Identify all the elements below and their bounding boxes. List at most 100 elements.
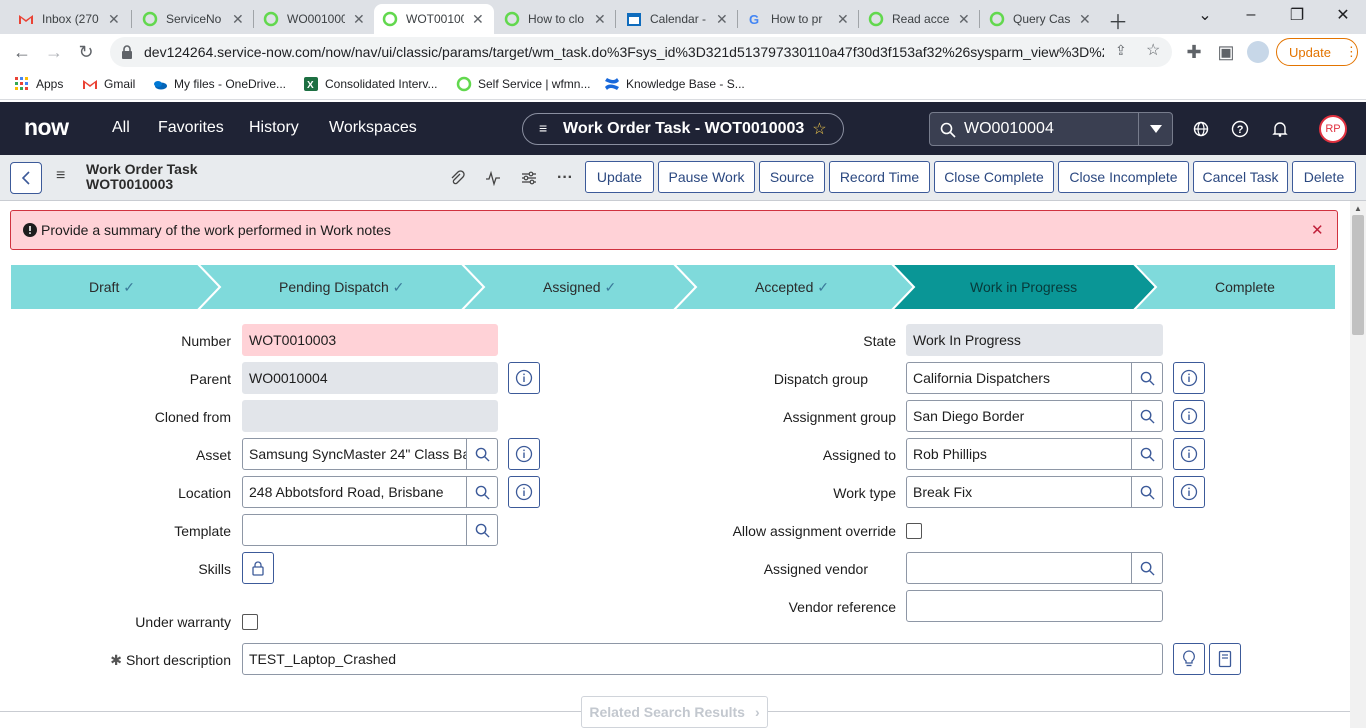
settings-sliders-icon[interactable] — [519, 168, 539, 188]
browser-tab[interactable]: Calendar - ✕ — [618, 4, 736, 34]
forward-arrow-icon[interactable]: → — [40, 38, 68, 66]
record-time-button[interactable]: Record Time — [829, 161, 930, 193]
under-warranty-checkbox[interactable] — [242, 614, 258, 630]
assigned-to-lookup-button[interactable] — [1131, 438, 1163, 470]
work-type-info-button[interactable] — [1173, 476, 1205, 508]
bookmark-excel[interactable]: X Consolidated Interv... — [303, 76, 438, 92]
global-search-input[interactable]: WO0010004 — [929, 112, 1173, 146]
profile-avatar[interactable] — [1247, 41, 1269, 63]
browser-tab[interactable]: ServiceNo ✕ — [134, 4, 252, 34]
menu-all[interactable]: All — [112, 119, 130, 137]
delete-button[interactable]: Delete — [1292, 161, 1356, 193]
reload-icon[interactable]: ↻ — [72, 38, 100, 66]
parent-info-button[interactable] — [508, 362, 540, 394]
work-type-lookup-button[interactable] — [1131, 476, 1163, 508]
template-lookup-button[interactable] — [466, 514, 498, 546]
asset-info-button[interactable] — [508, 438, 540, 470]
side-panel-icon[interactable]: ▣ — [1212, 38, 1240, 66]
new-tab-plus-icon[interactable]: ＋ — [1108, 6, 1128, 35]
bookmark-onedrive[interactable]: My files - OneDrive... — [152, 76, 286, 92]
back-button[interactable] — [10, 162, 42, 194]
browser-tab[interactable]: Inbox (270 ✕ — [10, 4, 130, 34]
menu-workspaces[interactable]: Workspaces — [329, 119, 417, 137]
close-icon[interactable]: ✕ — [108, 11, 120, 28]
browser-tab[interactable]: Query Cas ✕ — [981, 4, 1099, 34]
close-icon[interactable]: ✕ — [472, 11, 484, 28]
dispatch-group-field[interactable]: California Dispatchers — [906, 362, 1132, 394]
help-icon[interactable]: ? — [1229, 118, 1251, 140]
minimize-icon[interactable]: – — [1228, 0, 1274, 30]
address-bar[interactable]: dev124264.service-now.com/now/nav/ui/cla… — [110, 37, 1172, 67]
assignment-group-lookup-button[interactable] — [1131, 400, 1163, 432]
location-field[interactable]: 248 Abbotsford Road, Brisbane — [242, 476, 467, 508]
chevron-down-icon[interactable] — [1138, 113, 1172, 145]
context-title-pill[interactable]: ≡ Work Order Task - WOT0010003 ☆ — [522, 113, 844, 145]
close-icon[interactable]: ✕ — [716, 11, 728, 28]
bookmark-self-service[interactable]: Self Service | wfmn... — [456, 76, 590, 92]
bookmark-star-icon[interactable]: ☆ — [1146, 40, 1160, 60]
close-icon[interactable]: ✕ — [594, 11, 606, 28]
allow-assignment-override-checkbox[interactable] — [906, 523, 922, 539]
hamburger-menu-icon[interactable]: ≡ — [56, 167, 65, 185]
browser-tab-active[interactable]: WOT00100 ✕ — [374, 4, 494, 34]
extensions-puzzle-icon[interactable]: ✚ — [1180, 38, 1208, 66]
bookmark-gmail[interactable]: Gmail — [82, 76, 135, 92]
asset-lookup-button[interactable] — [466, 438, 498, 470]
state-field[interactable]: Work In Progress — [906, 324, 1163, 356]
dispatch-group-lookup-button[interactable] — [1131, 362, 1163, 394]
close-icon[interactable]: ✕ — [1079, 11, 1091, 28]
location-info-button[interactable] — [508, 476, 540, 508]
number-field[interactable]: WOT0010003 — [242, 324, 498, 356]
browser-tab[interactable]: Read acce ✕ — [860, 4, 978, 34]
share-icon[interactable]: ⇪ — [1115, 42, 1127, 59]
window-close-icon[interactable]: ✕ — [1320, 0, 1366, 30]
activity-pulse-icon[interactable] — [483, 168, 503, 188]
knowledge-book-button[interactable] — [1209, 643, 1241, 675]
close-icon[interactable]: ✕ — [837, 11, 849, 28]
update-button[interactable]: Update — [585, 161, 654, 193]
bookmark-knowledge-base[interactable]: Knowledge Base - S... — [604, 76, 745, 92]
work-type-field[interactable]: Break Fix — [906, 476, 1132, 508]
close-icon[interactable]: ✕ — [958, 11, 970, 28]
browser-tab[interactable]: How to clo ✕ — [496, 4, 614, 34]
assigned-vendor-lookup-button[interactable] — [1131, 552, 1163, 584]
cancel-task-button[interactable]: Cancel Task — [1193, 161, 1288, 193]
browser-tab[interactable]: WO001000 ✕ — [255, 4, 373, 34]
source-button[interactable]: Source — [759, 161, 825, 193]
back-arrow-icon[interactable]: ← — [8, 38, 36, 66]
pause-work-button[interactable]: Pause Work — [658, 161, 755, 193]
assigned-to-field[interactable]: Rob Phillips — [906, 438, 1132, 470]
globe-icon[interactable] — [1190, 118, 1212, 140]
close-icon[interactable]: ✕ — [1311, 221, 1324, 239]
paperclip-attachment-icon[interactable] — [447, 168, 467, 188]
user-avatar[interactable]: RP — [1319, 115, 1347, 143]
tab-search-chevron-icon[interactable]: ⌄ — [1182, 0, 1228, 30]
close-incomplete-button[interactable]: Close Incomplete — [1058, 161, 1189, 193]
close-complete-button[interactable]: Close Complete — [934, 161, 1054, 193]
more-options-icon[interactable]: ··· — [555, 168, 575, 188]
favorite-star-icon[interactable]: ☆ — [812, 119, 826, 139]
parent-field[interactable]: WO0010004 — [242, 362, 498, 394]
asset-field[interactable]: Samsung SyncMaster 24" Class Ba — [242, 438, 467, 470]
short-description-field[interactable]: TEST_Laptop_Crashed — [242, 643, 1163, 675]
notification-bell-icon[interactable] — [1269, 118, 1291, 140]
close-icon[interactable]: ✕ — [232, 11, 244, 28]
suggestion-lightbulb-button[interactable] — [1173, 643, 1205, 675]
assigned-vendor-field[interactable] — [906, 552, 1132, 584]
restore-icon[interactable]: ❐ — [1274, 0, 1320, 30]
cloned-from-field[interactable] — [242, 400, 498, 432]
browser-tab[interactable]: G How to pr ✕ — [739, 4, 857, 34]
close-icon[interactable]: ✕ — [353, 11, 365, 28]
template-field[interactable] — [242, 514, 467, 546]
skills-unlock-button[interactable] — [242, 552, 274, 584]
dispatch-group-info-button[interactable] — [1173, 362, 1205, 394]
scroll-up-arrow-icon[interactable]: ▲ — [1354, 204, 1362, 213]
scrollbar[interactable]: ▲ — [1350, 201, 1366, 728]
scrollbar-thumb[interactable] — [1352, 215, 1364, 335]
chrome-update-button[interactable]: Update ⋮ — [1276, 38, 1358, 66]
vendor-reference-field[interactable] — [906, 590, 1163, 622]
assigned-to-info-button[interactable] — [1173, 438, 1205, 470]
menu-favorites[interactable]: Favorites — [158, 119, 224, 137]
assignment-group-info-button[interactable] — [1173, 400, 1205, 432]
assignment-group-field[interactable]: San Diego Border — [906, 400, 1132, 432]
